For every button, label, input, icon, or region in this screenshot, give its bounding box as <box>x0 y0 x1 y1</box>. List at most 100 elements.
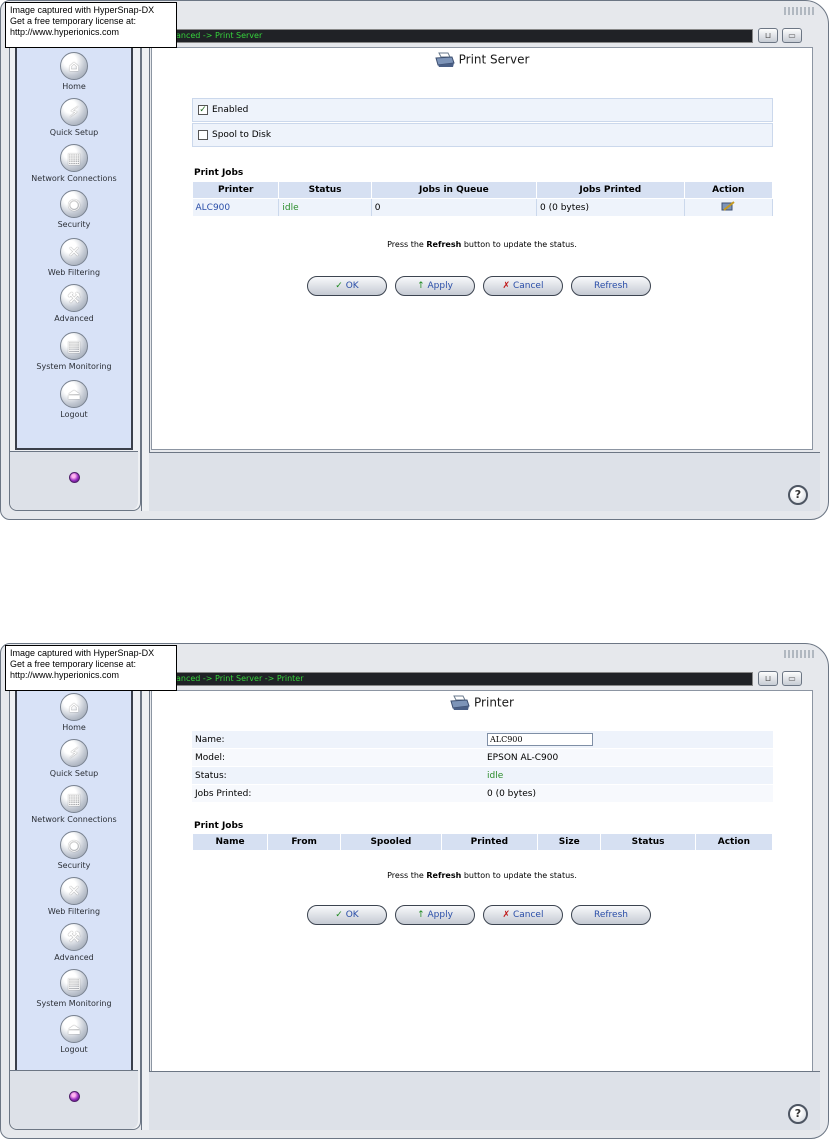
ok-button[interactable]: ✓ OK <box>307 276 387 296</box>
sidebar-item-logout[interactable]: ⏏ Logout <box>17 380 131 419</box>
print-server-screenshot: ⌂ Home ⚡ Quick Setup ▦ Network Connectio… <box>0 0 831 522</box>
sidebar-item-home[interactable]: ⌂ Home <box>17 52 131 91</box>
logout-icon: ⏏ <box>60 380 88 408</box>
printer-icon <box>450 695 470 710</box>
sidebar-item-security[interactable]: ◉ Security <box>17 831 131 870</box>
left-column: ⌂ Home ⚡ Quick Setup ▦ Network Connectio… <box>9 31 141 511</box>
security-icon: ◉ <box>60 831 88 859</box>
sidebar-item-web-filtering[interactable]: ✕ Web Filtering <box>17 877 131 916</box>
sidebar-item-security[interactable]: ◉ Security <box>17 190 131 229</box>
up-arrow-icon: ↑ <box>417 910 425 920</box>
column-divider <box>141 29 150 511</box>
table-row: Name: <box>192 731 773 749</box>
jobs-in-queue-cell: 0 <box>371 198 538 216</box>
cancel-button[interactable]: ✗ Cancel <box>483 905 563 925</box>
sidebar-item-quick-setup[interactable]: ⚡ Quick Setup <box>17 98 131 137</box>
title-bar: anced -> Print Server <box>161 29 753 43</box>
restore-button[interactable]: ⊔ <box>758 671 778 686</box>
lightning-icon: ⚡ <box>60 98 88 126</box>
maximize-icon: ▭ <box>788 31 796 40</box>
column-divider <box>141 672 150 1130</box>
window-grip <box>784 650 814 658</box>
sidebar-item-quick-setup[interactable]: ⚡ Quick Setup <box>17 739 131 778</box>
logout-icon: ⏏ <box>60 1015 88 1043</box>
router-window-frame: ⌂ Home ⚡ Quick Setup ▦ Network Connectio… <box>0 643 829 1139</box>
maximize-icon: ▭ <box>788 674 796 683</box>
refresh-button[interactable]: Refresh <box>571 905 651 925</box>
print-jobs-table: Name From Spooled Printed Size Status Ac… <box>191 833 774 851</box>
apply-button[interactable]: ↑ Apply <box>395 276 475 296</box>
enabled-checkbox[interactable]: ✓ <box>198 105 208 115</box>
jobs-printed-value: 0 (0 bytes) <box>484 784 773 803</box>
table-row: Jobs Printed: 0 (0 bytes) <box>192 784 773 803</box>
sidebar-item-web-filtering[interactable]: ✕ Web Filtering <box>17 238 131 277</box>
title-bar: anced -> Print Server -> Printer <box>161 672 753 686</box>
jobs-printed-cell: 0 (0 bytes) <box>536 198 685 216</box>
left-status-panel <box>10 1070 138 1129</box>
help-button[interactable]: ? <box>788 485 808 505</box>
breadcrumb: anced -> Print Server <box>176 31 263 40</box>
sidebar-item-system-monitoring[interactable]: ▤ System Monitoring <box>17 969 131 1008</box>
cross-icon: ✗ <box>502 910 511 920</box>
breadcrumb: anced -> Print Server -> Printer <box>176 674 304 683</box>
sidebar-item-system-monitoring[interactable]: ▤ System Monitoring <box>17 332 131 371</box>
page-title: Print Server <box>152 52 812 68</box>
restore-icon: ⊔ <box>764 674 772 683</box>
restore-button[interactable]: ⊔ <box>758 28 778 43</box>
help-button[interactable]: ? <box>788 1104 808 1124</box>
monitor-icon: ▤ <box>60 969 88 997</box>
left-column: ⌂ Home ⚡ Quick Setup ▦ Network Connectio… <box>9 674 141 1130</box>
table-row: Model: EPSON AL-C900 <box>192 748 773 767</box>
enabled-row: ✓ Enabled <box>192 98 773 122</box>
bottom-bar: ? <box>149 1071 820 1130</box>
sidebar-item-advanced[interactable]: ⚒ Advanced <box>17 284 131 323</box>
sidebar-item-network-connections[interactable]: ▦ Network Connections <box>17 144 131 183</box>
model-value: EPSON AL-C900 <box>484 748 773 767</box>
print-jobs-table: Printer Status Jobs in Queue Jobs Printe… <box>191 181 774 216</box>
edit-icon[interactable] <box>721 201 735 211</box>
sidebar: ⌂ Home ⚡ Quick Setup ▦ Network Connectio… <box>15 38 133 450</box>
print-jobs-heading: Print Jobs <box>194 168 244 178</box>
refresh-button[interactable]: Refresh <box>571 276 651 296</box>
content-panel: Printer Name: Model: EPSON AL-C900 Statu… <box>151 690 813 1080</box>
check-icon: ✓ <box>335 910 343 920</box>
cross-icon: ✗ <box>502 281 511 291</box>
content-panel: Print Server ✓ Enabled Spool to Disk Pri… <box>151 47 813 450</box>
network-icon: ▦ <box>60 785 88 813</box>
printer-details-table: Name: Model: EPSON AL-C900 Status: idle … <box>192 731 773 803</box>
monitor-icon: ▤ <box>60 332 88 360</box>
tools-icon: ⚒ <box>60 284 88 312</box>
security-icon: ◉ <box>60 190 88 218</box>
hypersnap-watermark: Image captured with HyperSnap-DX Get a f… <box>5 2 177 48</box>
apply-button[interactable]: ↑ Apply <box>395 905 475 925</box>
print-jobs-heading: Print Jobs <box>194 821 244 831</box>
printer-name-input[interactable] <box>487 733 593 746</box>
cancel-button[interactable]: ✗ Cancel <box>483 276 563 296</box>
page-title: Printer <box>152 695 812 711</box>
printer-screenshot: ⌂ Home ⚡ Quick Setup ▦ Network Connectio… <box>0 643 831 1139</box>
bottom-bar: ? <box>149 452 820 511</box>
maximize-button[interactable]: ▭ <box>782 671 802 686</box>
printer-icon <box>434 52 455 67</box>
sidebar-item-network-connections[interactable]: ▦ Network Connections <box>17 785 131 824</box>
network-icon: ▦ <box>60 144 88 172</box>
table-header: Printer Status Jobs in Queue Jobs Printe… <box>191 181 774 199</box>
sidebar-item-logout[interactable]: ⏏ Logout <box>17 1015 131 1054</box>
up-arrow-icon: ↑ <box>417 281 425 291</box>
status-led-icon <box>69 1091 80 1102</box>
maximize-button[interactable]: ▭ <box>782 28 802 43</box>
left-status-panel <box>10 451 138 510</box>
check-icon: ✓ <box>335 281 343 291</box>
router-window-frame: ⌂ Home ⚡ Quick Setup ▦ Network Connectio… <box>0 0 829 520</box>
refresh-hint: Press the Refresh button to update the s… <box>387 240 577 249</box>
sidebar-item-home[interactable]: ⌂ Home <box>17 693 131 732</box>
ok-button[interactable]: ✓ OK <box>307 905 387 925</box>
home-icon: ⌂ <box>60 693 88 721</box>
sidebar-item-advanced[interactable]: ⚒ Advanced <box>17 923 131 962</box>
printer-link[interactable]: ALC900 <box>192 198 280 216</box>
restore-icon: ⊔ <box>764 31 772 40</box>
spool-to-disk-checkbox[interactable] <box>198 130 208 140</box>
button-bar: ✓ OK ↑ Apply ✗ Cancel Refresh <box>307 276 657 298</box>
table-row: ALC900 idle 0 0 (0 bytes) <box>192 198 774 216</box>
table-row: Status: idle <box>192 766 773 785</box>
